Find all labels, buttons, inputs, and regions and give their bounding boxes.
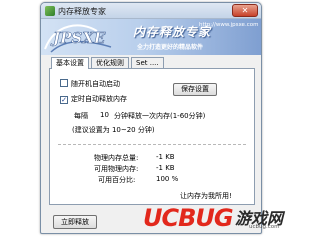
watermark: UCBUG 游戏网 ucbug.com: [143, 200, 293, 232]
watermark-url: ucbug.com: [249, 224, 280, 230]
release-now-button[interactable]: 立即释放: [53, 215, 97, 229]
available-percent-label: 可用百分比:: [98, 176, 136, 184]
timed-release-label: 定时自动释放内存: [71, 95, 127, 103]
available-memory-label: 可用物理内存:: [94, 165, 139, 173]
watermark-brand: UCBUG: [143, 204, 234, 232]
save-settings-button[interactable]: 保存设置: [173, 83, 217, 96]
banner: JPSXE 内存释放专家 http://www.jpsxe.com 全力打造更好…: [41, 19, 261, 55]
total-memory-label: 物理内存总量:: [94, 154, 139, 162]
interval-prefix: 每隔: [74, 112, 88, 120]
close-button[interactable]: ✕: [232, 4, 258, 17]
logo-image: JPSXE: [44, 24, 112, 53]
svg-text:JPSXE: JPSXE: [50, 29, 106, 47]
timed-release-checkbox[interactable]: ✓: [60, 96, 68, 104]
settings-panel: 随开机自动启动 保存设置 ✓ 定时自动释放内存 每隔 10 分钟释放一次内存(1-…: [49, 68, 255, 205]
divider: [58, 144, 246, 145]
tab-set[interactable]: Set ....: [131, 57, 164, 68]
banner-slogan: 全力打造更好的精品软件: [137, 44, 204, 51]
total-memory-value: -1 KB: [156, 153, 175, 161]
window-title: 内存释放专家: [58, 7, 106, 16]
tab-optimization-rules[interactable]: 优化规则: [91, 57, 129, 68]
title-bar[interactable]: 内存释放专家 ✕: [41, 3, 261, 19]
interval-suffix: 分钟释放一次内存(1-60分钟): [114, 112, 206, 120]
app-icon: [45, 6, 55, 16]
timed-release-row[interactable]: ✓ 定时自动释放内存: [60, 95, 127, 104]
autostart-checkbox[interactable]: [60, 79, 68, 87]
available-memory-value: -1 KB: [156, 164, 175, 172]
tab-basic-settings[interactable]: 基本设置: [51, 57, 89, 69]
interval-input[interactable]: 10: [100, 111, 109, 119]
banner-url: http://www.jpsxe.com: [199, 22, 259, 28]
recommendation-text: (建议设置为 10~20 分钟): [72, 126, 155, 134]
autostart-row[interactable]: 随开机自动启动: [60, 79, 120, 88]
available-percent-value: 100 %: [156, 175, 179, 183]
autostart-label: 随开机自动启动: [71, 80, 120, 88]
